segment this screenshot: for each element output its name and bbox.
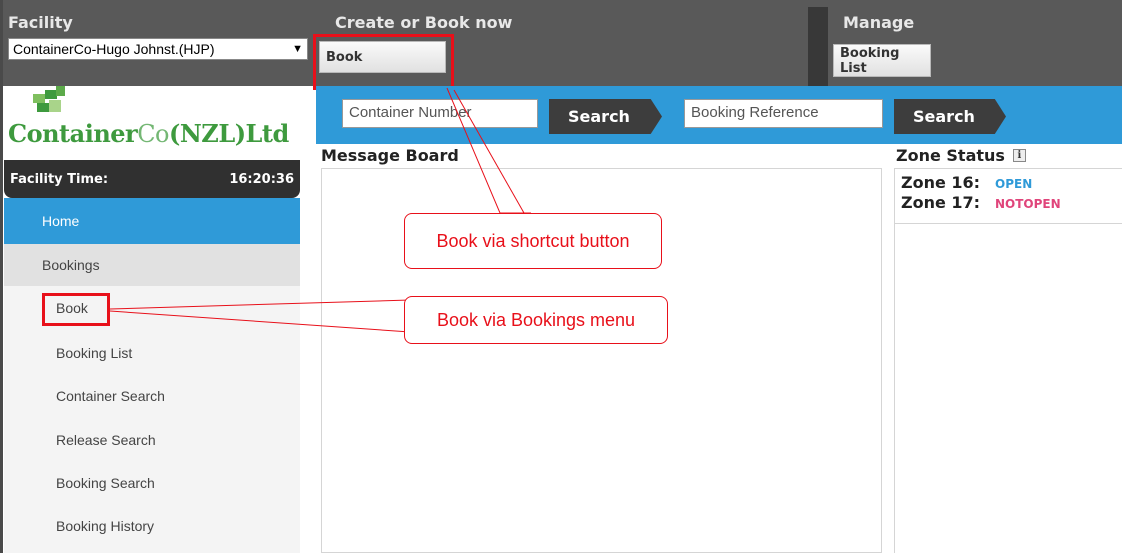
- manage-divider: [808, 7, 828, 86]
- facility-time-label: Facility Time:: [10, 171, 109, 187]
- callout-shortcut: Book via shortcut button: [404, 213, 662, 269]
- sidebar-item-booking-list[interactable]: Booking List: [4, 331, 300, 374]
- sidebar-nav: Home Bookings Book Booking List Containe…: [4, 198, 300, 553]
- zone-name: Zone 17:: [901, 193, 981, 212]
- facility-label: Facility: [8, 13, 73, 32]
- left-edge-border: [0, 0, 3, 553]
- callout-menu: Book via Bookings menu: [404, 296, 668, 344]
- sidebar-item-booking-history[interactable]: Booking History: [4, 504, 300, 547]
- info-icon[interactable]: i: [1012, 149, 1026, 162]
- container-search-button[interactable]: Search: [549, 99, 662, 134]
- sidebar-item-home[interactable]: Home: [4, 198, 300, 244]
- booking-search-button[interactable]: Search: [894, 99, 1006, 134]
- container-stack-icon: [33, 86, 65, 112]
- booking-list-shortcut-button[interactable]: Booking List: [833, 44, 931, 77]
- zone-status-panel: Zone 16: OPEN Zone 17: NOTOPEN: [894, 168, 1122, 224]
- sidebar-item-booking-search[interactable]: Booking Search: [4, 461, 300, 504]
- zone-panel-divider: [894, 224, 895, 553]
- zone-row: Zone 17: NOTOPEN: [901, 193, 1061, 212]
- book-menu-highlight: [42, 293, 110, 326]
- chevron-down-icon: ▼: [292, 43, 303, 55]
- company-logo: ContainerCo(NZL)Ltd: [4, 86, 300, 160]
- logo-wordmark: ContainerCo(NZL)Ltd: [8, 119, 289, 148]
- book-shortcut-highlight: [313, 34, 454, 90]
- message-board-title: Message Board: [321, 146, 459, 165]
- booking-reference-input[interactable]: Booking Reference: [684, 99, 883, 128]
- zone-name: Zone 16:: [901, 173, 981, 192]
- facility-selected-value: ContainerCo-Hugo Johnst.(HJP): [13, 41, 215, 57]
- sidebar-item-bookings[interactable]: Bookings: [4, 244, 300, 286]
- zone-status-title: Zone Status i: [896, 146, 1026, 165]
- facility-time-bar: Facility Time: 16:20:36: [4, 160, 300, 198]
- create-book-label: Create or Book now: [335, 13, 513, 32]
- zone-row: Zone 16: OPEN: [901, 173, 1032, 192]
- facility-select[interactable]: ContainerCo-Hugo Johnst.(HJP) ▼: [8, 38, 308, 60]
- zone-status-value: NOTOPEN: [995, 197, 1061, 211]
- facility-time-value: 16:20:36: [229, 171, 294, 187]
- zone-status-value: OPEN: [995, 177, 1033, 191]
- sidebar-item-container-search[interactable]: Container Search: [4, 374, 300, 417]
- manage-label: Manage: [843, 13, 915, 32]
- sidebar-item-release-search[interactable]: Release Search: [4, 418, 300, 461]
- container-number-input[interactable]: Container Number: [342, 99, 538, 128]
